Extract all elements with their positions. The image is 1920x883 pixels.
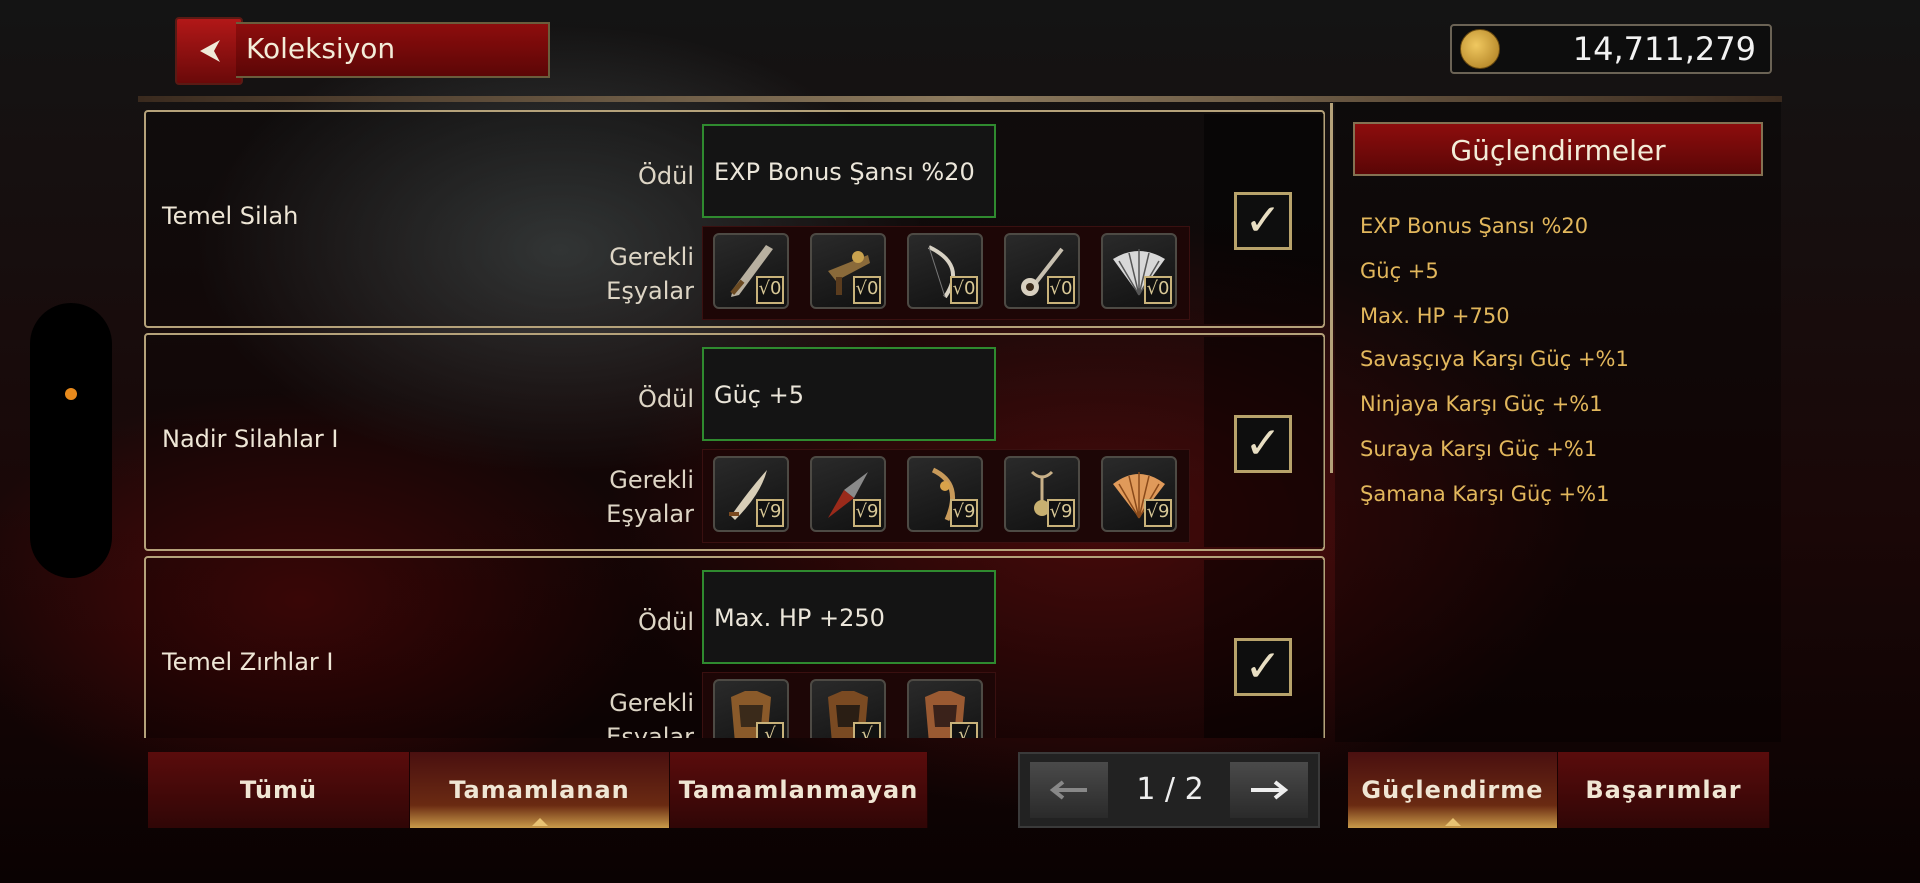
item-check-badge: √9 (1047, 499, 1075, 527)
bonus-item: Şamana Karşı Güç +%1 (1360, 482, 1610, 506)
required-items-label: Gerekli Eşyalar (596, 463, 694, 531)
item-check-badge: √0 (853, 276, 881, 304)
tab-incomplete[interactable]: Tamamlanmayan (670, 752, 928, 828)
item-slot[interactable]: √0 (1004, 233, 1080, 309)
tab-boosts-label: Güçlendirme (1361, 776, 1544, 804)
item-slot[interactable]: √9 (1101, 456, 1177, 532)
reward-box: Max. HP +250 (702, 570, 996, 664)
next-page-button[interactable] (1230, 762, 1308, 818)
required-label-line1: Gerekli (609, 689, 694, 717)
collection-list[interactable]: Temel Silah Ödül EXP Bonus Şansı %20 Ger… (144, 108, 1328, 738)
reward-box: EXP Bonus Şansı %20 (702, 124, 996, 218)
active-tab-caret-icon (1444, 818, 1461, 826)
item-slot[interactable]: √9 (810, 456, 886, 532)
collection-card: Temel Silah Ödül EXP Bonus Şansı %20 Ger… (144, 110, 1325, 328)
page-indicator: 1 / 2 (1136, 772, 1204, 807)
collection-card: Nadir Silahlar I Ödül Güç +5 Gerekli Eşy… (144, 333, 1325, 551)
back-button[interactable] (175, 17, 243, 85)
gold-counter: 14,711,279 (1450, 24, 1772, 74)
collection-name: Nadir Silahlar I (162, 425, 339, 453)
required-items-row: √ √ √ (702, 672, 996, 738)
item-check-badge: √0 (950, 276, 978, 304)
reward-label: Ödül (637, 608, 694, 636)
item-slot[interactable]: √ (810, 679, 886, 738)
tab-all[interactable]: Tümü (148, 752, 410, 828)
collection-name: Temel Silah (162, 202, 299, 230)
gold-coin-icon (1460, 29, 1500, 69)
reward-box: Güç +5 (702, 347, 996, 441)
item-slot[interactable]: √0 (810, 233, 886, 309)
list-scrollbar[interactable] (1330, 103, 1333, 473)
title-bar: Koleksiyon (236, 22, 550, 78)
required-items-label: Gerekli Eşyalar (596, 686, 694, 738)
pager: 1 / 2 (1018, 752, 1320, 828)
item-check-badge: √0 (756, 276, 784, 304)
required-items-label: Gerekli Eşyalar (596, 240, 694, 308)
reward-value: EXP Bonus Şansı %20 (714, 158, 975, 186)
reward-label: Ödül (637, 162, 694, 190)
item-slot[interactable]: √9 (907, 456, 983, 532)
completed-checkbox[interactable]: ✓ (1234, 638, 1292, 696)
required-label-line2: Eşyalar (606, 723, 694, 738)
required-label-line2: Eşyalar (606, 277, 694, 305)
collection-card: Temel Zırhlar I Ödül Max. HP +250 Gerekl… (144, 556, 1325, 738)
gold-value: 14,711,279 (1572, 30, 1756, 68)
item-check-badge: √ (853, 722, 881, 738)
tab-completed[interactable]: Tamamlanan (410, 752, 670, 828)
bonus-item: Güç +5 (1360, 259, 1439, 283)
arrow-left-icon (1049, 780, 1087, 800)
item-check-badge: √0 (1144, 276, 1172, 304)
bonus-item: EXP Bonus Şansı %20 (1360, 214, 1589, 238)
active-tab-caret-icon (531, 818, 548, 826)
bonus-item: Suraya Karşı Güç +%1 (1360, 437, 1598, 461)
boosts-title: Güçlendirmeler (1450, 134, 1666, 167)
completed-checkbox[interactable]: ✓ (1234, 415, 1292, 473)
item-check-badge: √9 (853, 499, 881, 527)
item-slot[interactable]: √ (713, 679, 789, 738)
required-label-line1: Gerekli (609, 243, 694, 271)
boosts-panel: Güçlendirmeler EXP Bonus Şansı %20 Güç +… (1335, 102, 1781, 742)
collection-name: Temel Zırhlar I (162, 648, 334, 676)
required-items-row: √9 √9 √9 √9 √9 (702, 449, 1190, 543)
back-arrow-icon (200, 40, 220, 62)
completed-checkbox[interactable]: ✓ (1234, 192, 1292, 250)
tab-achievements[interactable]: Başarımlar (1558, 752, 1770, 828)
item-slot[interactable]: √0 (713, 233, 789, 309)
reward-label: Ödül (637, 385, 694, 413)
boosts-header: Güçlendirmeler (1353, 122, 1763, 176)
item-slot[interactable]: √0 (1101, 233, 1177, 309)
reward-value: Max. HP +250 (714, 604, 885, 632)
required-label-line2: Eşyalar (606, 500, 694, 528)
item-check-badge: √ (950, 722, 978, 738)
required-label-line1: Gerekli (609, 466, 694, 494)
reward-value: Güç +5 (714, 381, 805, 409)
bonus-item: Savaşçıya Karşı Güç +%1 (1360, 347, 1629, 371)
item-slot[interactable]: √9 (1004, 456, 1080, 532)
item-check-badge: √9 (1144, 499, 1172, 527)
item-slot[interactable]: √ (907, 679, 983, 738)
tab-boosts[interactable]: Güçlendirme (1348, 752, 1558, 828)
item-slot[interactable]: √9 (713, 456, 789, 532)
item-slot[interactable]: √0 (907, 233, 983, 309)
item-check-badge: √9 (756, 499, 784, 527)
side-dock (30, 303, 112, 578)
item-check-badge: √9 (950, 499, 978, 527)
page-title: Koleksiyon (246, 32, 396, 65)
tab-completed-label: Tamamlanan (449, 776, 630, 804)
required-items-row: √0 √0 √0 √0 √0 (702, 226, 1190, 320)
bonus-item: Max. HP +750 (1360, 304, 1510, 328)
prev-page-button[interactable] (1030, 762, 1108, 818)
bonus-item: Ninjaya Karşı Güç +%1 (1360, 392, 1603, 416)
arrow-right-icon (1251, 780, 1289, 800)
item-check-badge: √0 (1047, 276, 1075, 304)
dock-indicator-dot (65, 388, 77, 400)
item-check-badge: √ (756, 722, 784, 738)
